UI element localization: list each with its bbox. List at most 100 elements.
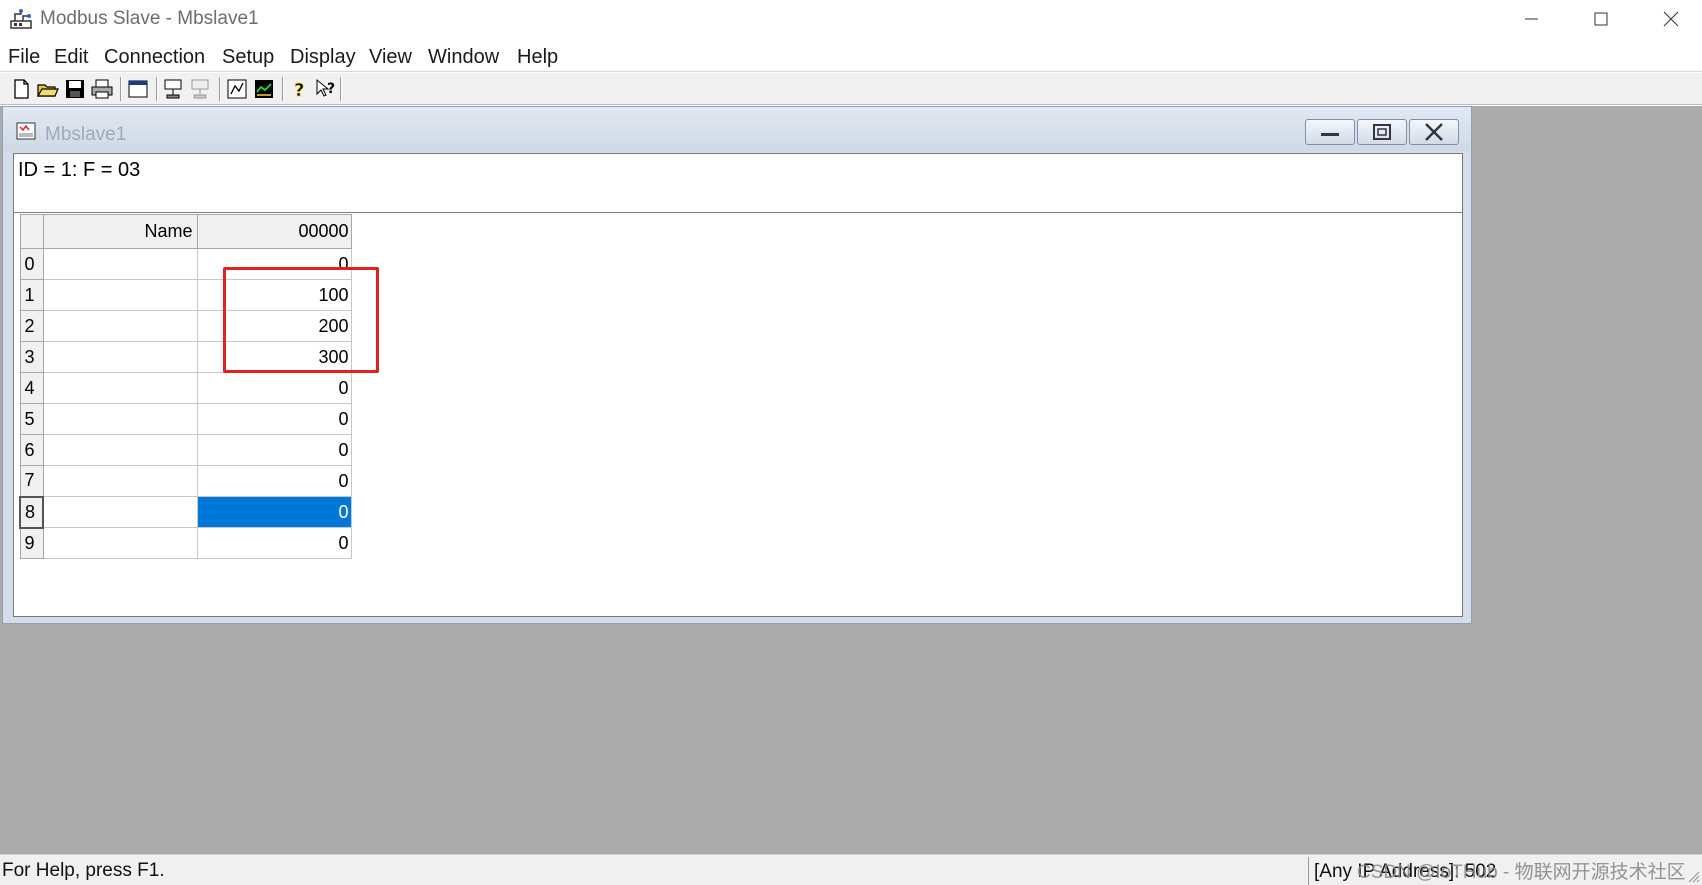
context-help-button[interactable]: ? — [314, 77, 338, 101]
toolbar: ? ? — [0, 73, 1702, 105]
app-title: Modbus Slave - Mbslave1 — [40, 8, 259, 29]
minimize-button[interactable] — [1496, 0, 1566, 40]
close-button[interactable] — [1636, 0, 1702, 40]
name-cell[interactable] — [42, 248, 198, 280]
name-cell[interactable] — [42, 310, 198, 342]
app-title-bar: Modbus Slave - Mbslave1 — [0, 0, 1702, 40]
minimize-icon — [1321, 133, 1339, 136]
child-restore-button[interactable] — [1357, 119, 1407, 145]
open-icon — [36, 84, 59, 97]
row-index[interactable]: 9 — [19, 527, 44, 559]
row-index[interactable]: 1 — [19, 279, 44, 311]
child-close-button[interactable] — [1409, 119, 1459, 145]
value-cell[interactable]: 0 — [196, 527, 352, 559]
watermark-text: CSDN @IoTHub - 物联网开源技术社区 — [1357, 862, 1686, 883]
monitor-button[interactable] — [252, 77, 276, 101]
name-cell[interactable] — [42, 341, 198, 373]
name-cell[interactable] — [42, 434, 198, 466]
row-index[interactable]: 6 — [19, 434, 44, 466]
name-cell[interactable] — [42, 465, 198, 497]
communication-button[interactable] — [225, 77, 249, 101]
name-cell[interactable] — [42, 496, 198, 528]
close-icon — [1663, 11, 1679, 27]
row-index[interactable]: 8 — [19, 495, 44, 529]
save-button[interactable] — [63, 77, 87, 101]
toolbar-separator — [219, 77, 221, 101]
menu-file[interactable]: File — [8, 46, 40, 69]
name-cell[interactable] — [42, 403, 198, 435]
help-icon: ? — [294, 80, 305, 102]
status-connection-pane: [Any IP Address]: 502 CSDN @IoTHub - 物联网… — [1308, 857, 1702, 885]
disconnect-button[interactable] — [189, 77, 213, 101]
row-index[interactable]: 2 — [19, 310, 44, 342]
disconnect-icon — [191, 79, 209, 99]
context-help-icon: ? — [316, 78, 335, 97]
name-cell[interactable] — [42, 372, 198, 404]
value-cell-selected[interactable]: 0 — [196, 496, 352, 528]
print-icon — [91, 79, 113, 99]
maximize-button[interactable] — [1566, 0, 1636, 40]
row-index[interactable]: 0 — [19, 248, 44, 280]
toolbar-separator — [340, 77, 342, 101]
svg-text:?: ? — [294, 80, 304, 101]
size-grip-icon[interactable] — [1686, 869, 1700, 883]
table-row: 9 0 — [19, 527, 352, 559]
row-index[interactable]: 7 — [19, 465, 44, 497]
register-grid: Name 00000 0 0 1 100 2 200 3 300 4 0 5 0… — [19, 214, 352, 559]
connect-icon — [164, 79, 182, 99]
status-bar: For Help, press F1. [Any IP Address]: 50… — [0, 854, 1702, 885]
minimize-icon — [1525, 18, 1538, 20]
menu-display[interactable]: Display — [290, 46, 356, 69]
child-title-bar[interactable]: Mbslave1 — [3, 107, 1471, 151]
new-icon — [14, 79, 29, 99]
table-row-selected: 8 0 — [19, 495, 352, 529]
open-button[interactable] — [36, 77, 60, 101]
child-window-title: Mbslave1 — [45, 124, 127, 145]
maximize-icon — [1594, 12, 1608, 26]
new-button[interactable] — [9, 77, 33, 101]
menu-setup[interactable]: Setup — [222, 46, 274, 69]
svg-text:?: ? — [327, 81, 335, 97]
window-button[interactable] — [126, 77, 150, 101]
connect-button[interactable] — [162, 77, 186, 101]
menu-bar: File Edit Connection Setup Display View … — [0, 42, 1702, 72]
toolbar-separator — [282, 77, 284, 101]
status-help-text: For Help, press F1. — [2, 860, 165, 881]
table-row: 7 0 — [19, 465, 352, 497]
row-index[interactable]: 4 — [19, 372, 44, 404]
monitor-icon — [255, 80, 273, 98]
name-column-header[interactable]: Name — [42, 214, 198, 249]
restore-icon — [1373, 124, 1391, 140]
value-cell[interactable]: 0 — [196, 403, 352, 435]
menu-window[interactable]: Window — [428, 46, 499, 69]
print-button[interactable] — [90, 77, 114, 101]
menu-help[interactable]: Help — [517, 46, 558, 69]
child-minimize-button[interactable] — [1305, 119, 1355, 145]
window-icon — [128, 80, 148, 98]
table-row: 6 0 — [19, 434, 352, 466]
value-cell[interactable]: 0 — [196, 465, 352, 497]
communication-icon — [227, 79, 247, 99]
save-icon — [66, 80, 84, 98]
grid-corner[interactable] — [19, 214, 44, 249]
value-cell[interactable]: 0 — [196, 434, 352, 466]
menu-connection[interactable]: Connection — [104, 46, 205, 69]
help-button[interactable]: ? — [288, 77, 312, 102]
table-row: 5 0 — [19, 403, 352, 435]
document-icon — [16, 122, 36, 140]
value-cell[interactable]: 0 — [196, 372, 352, 404]
row-index[interactable]: 3 — [19, 341, 44, 373]
menu-view[interactable]: View — [369, 46, 412, 69]
highlight-annotation-box — [223, 267, 379, 373]
table-row: 4 0 — [19, 372, 352, 404]
register-view: ID = 1: F = 03 Name 00000 0 0 1 100 2 20… — [13, 153, 1463, 617]
row-index[interactable]: 5 — [19, 403, 44, 435]
name-cell[interactable] — [42, 527, 198, 559]
close-icon — [1425, 123, 1443, 141]
name-cell[interactable] — [42, 279, 198, 311]
menu-edit[interactable]: Edit — [54, 46, 88, 69]
slave-info-line: ID = 1: F = 03 — [18, 159, 141, 181]
modbus-app-icon — [10, 9, 32, 29]
grid-header-row: Name 00000 — [19, 214, 352, 249]
address-column-header[interactable]: 00000 — [196, 214, 352, 249]
